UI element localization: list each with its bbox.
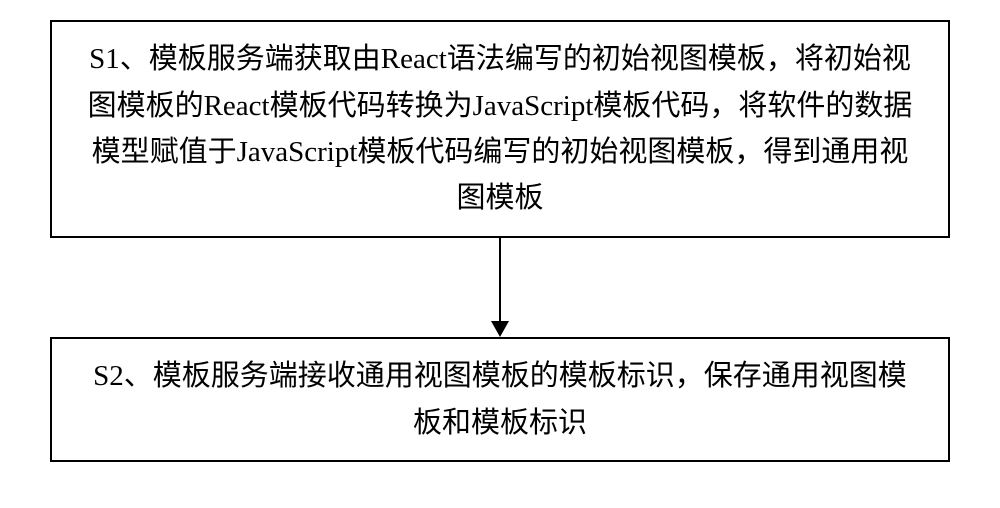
step-box-1: S1、模板服务端获取由React语法编写的初始视图模板，将初始视图模板的Reac… [50,20,950,238]
flowchart: S1、模板服务端获取由React语法编写的初始视图模板，将初始视图模板的Reac… [0,0,1000,508]
arrow-shaft [499,238,501,323]
step-box-2: S2、模板服务端接收通用视图模板的模板标识，保存通用视图模板和模板标识 [50,337,950,462]
step-1-text: S1、模板服务端获取由React语法编写的初始视图模板，将初始视图模板的Reac… [80,36,920,222]
arrow-head-down [491,321,509,337]
step-2-text: S2、模板服务端接收通用视图模板的模板标识，保存通用视图模板和模板标识 [80,353,920,446]
